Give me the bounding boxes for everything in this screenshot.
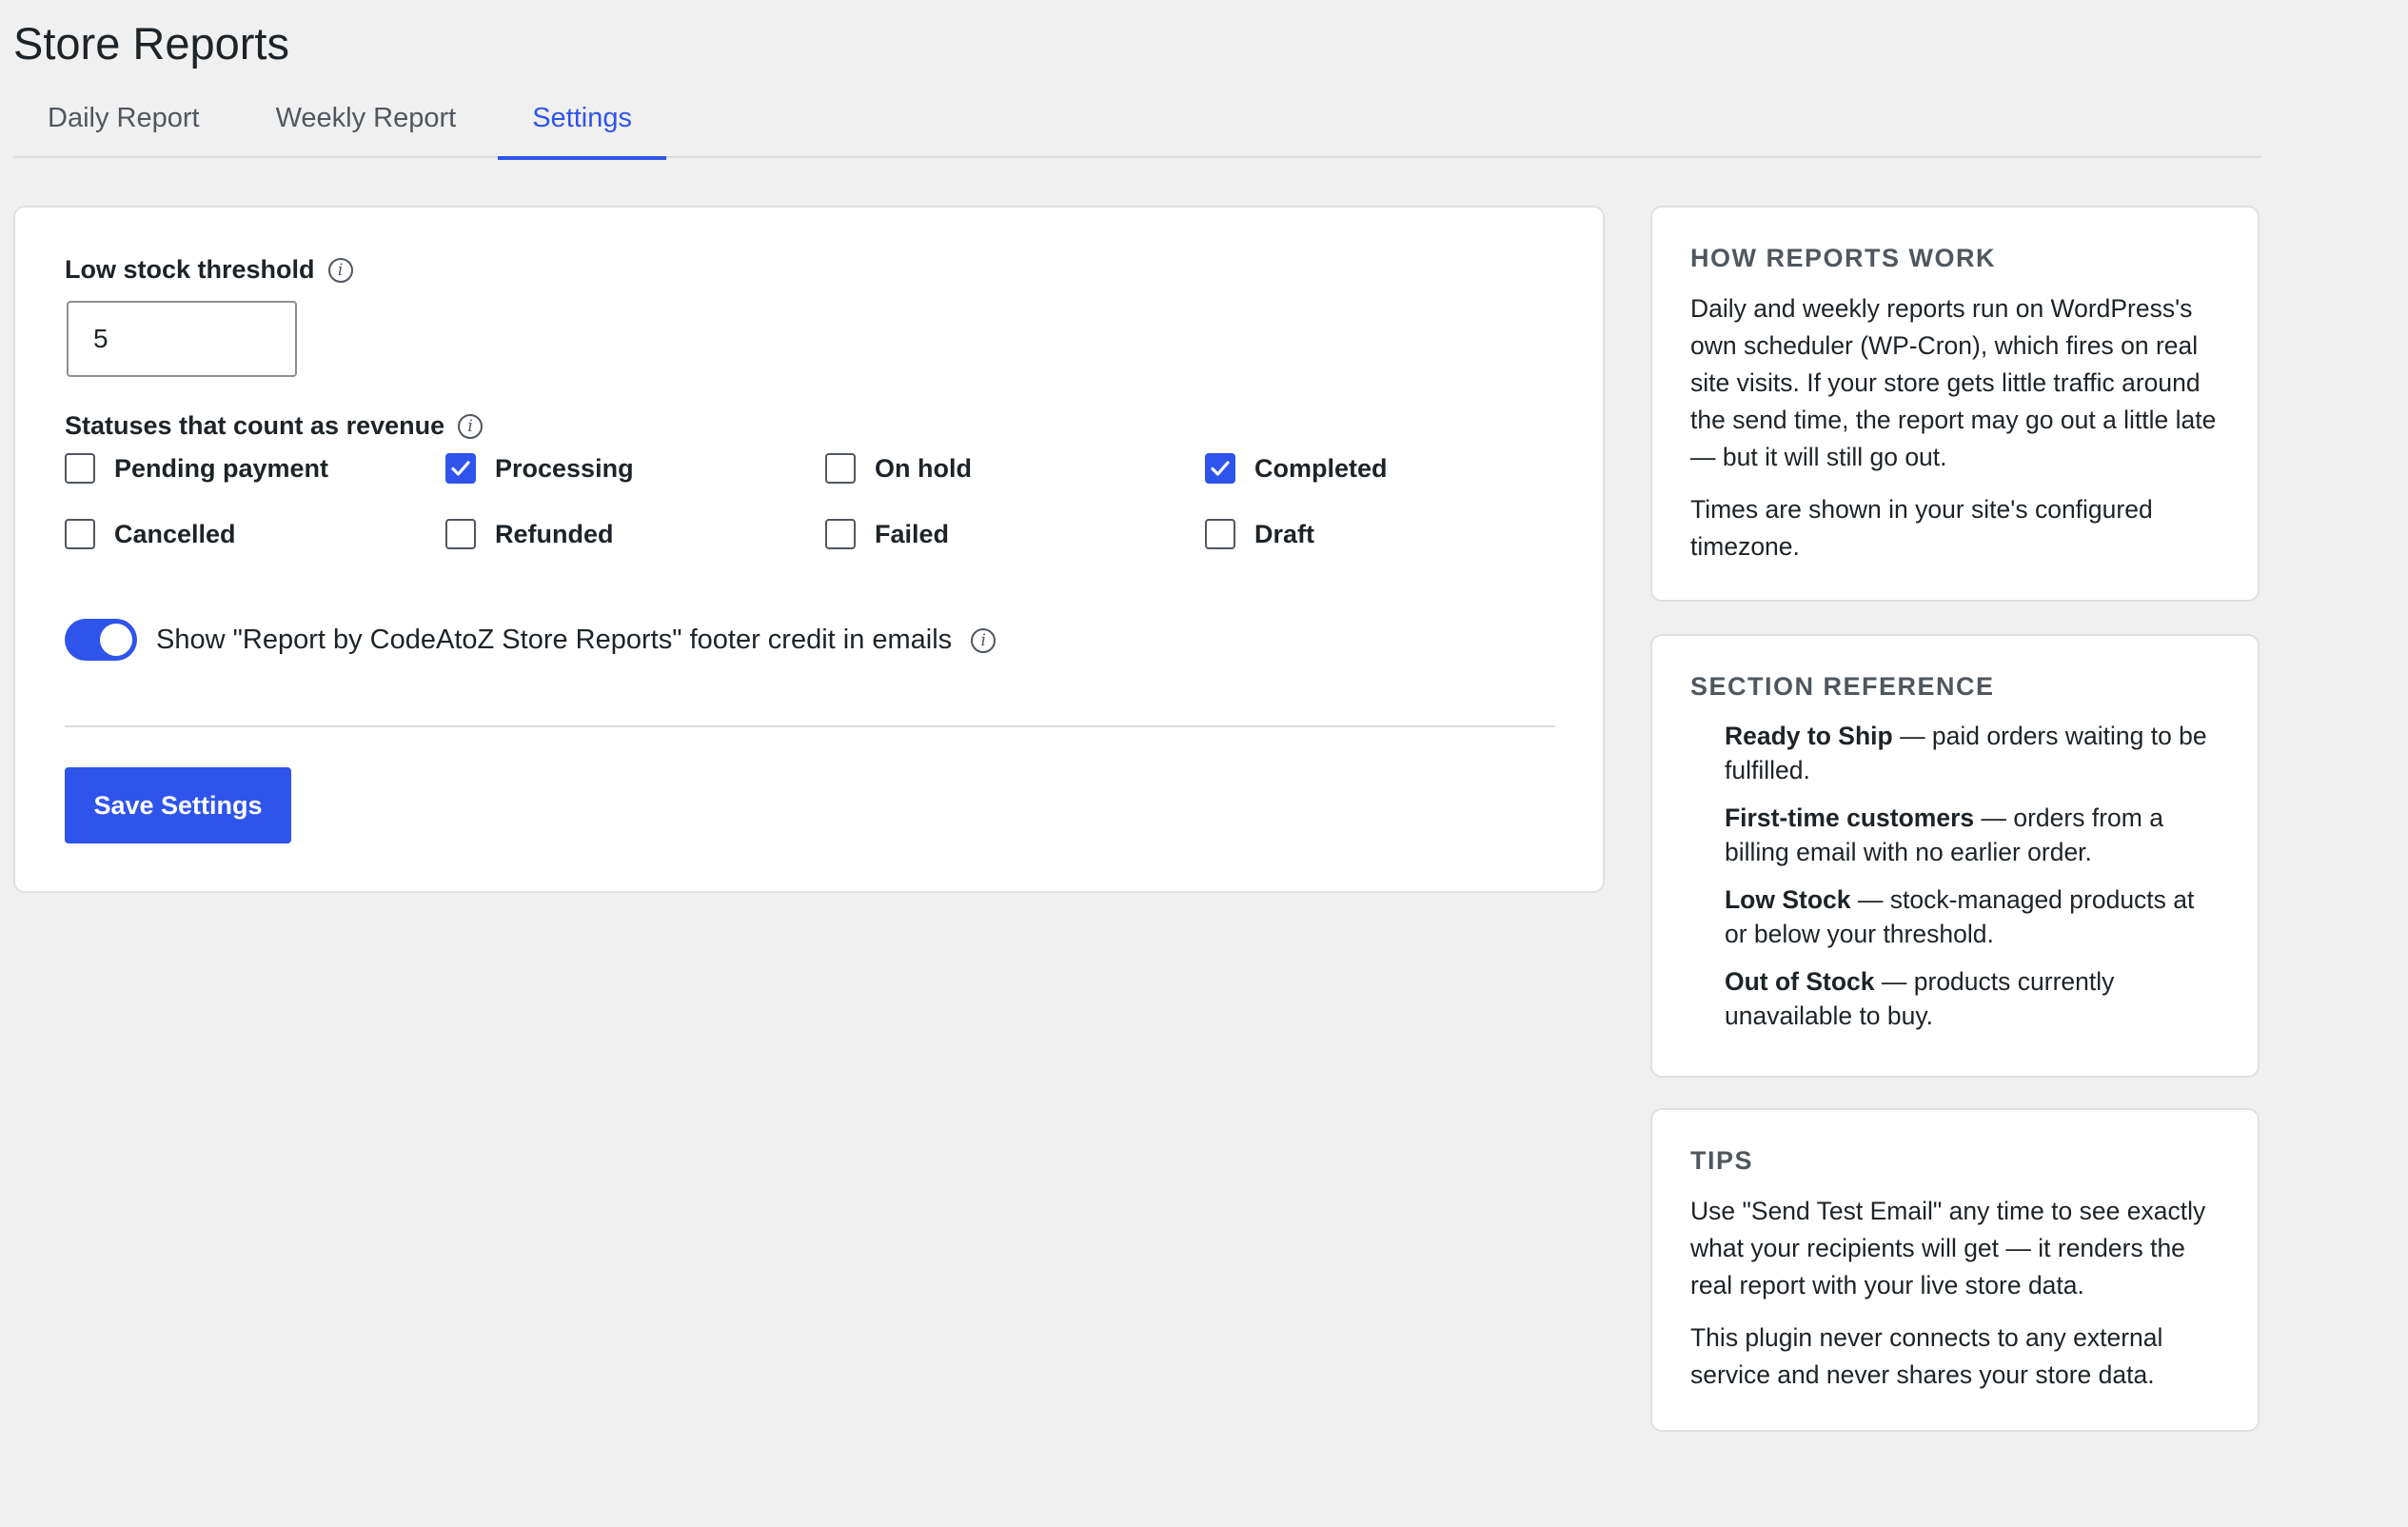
checkbox-unchecked-icon[interactable] <box>65 453 95 484</box>
info-icon[interactable]: i <box>458 413 484 439</box>
tab-bar: Daily Report Weekly Report Settings <box>13 91 2261 160</box>
divider <box>65 725 1555 727</box>
section-reference-title: SECTION REFERENCE <box>1690 672 1995 701</box>
status-checkbox-pending-payment[interactable]: Pending payment <box>65 453 328 484</box>
checkbox-unchecked-icon[interactable] <box>445 519 476 549</box>
reference-term: Low Stock <box>1725 885 1851 914</box>
footer-credit-label: Show "Report by CodeAtoZ Store Reports" … <box>156 625 953 655</box>
footer-credit-toggle[interactable] <box>65 619 137 661</box>
reference-item: Low Stock — stock-managed products at or… <box>1725 882 2220 951</box>
status-checkbox-on-hold[interactable]: On hold <box>825 453 972 484</box>
status-label: Failed <box>875 519 950 548</box>
save-settings-button[interactable]: Save Settings <box>65 767 291 843</box>
tips-text-2: This plugin never connects to any extern… <box>1690 1323 2163 1389</box>
how-reports-work-title: HOW REPORTS WORK <box>1690 244 1996 272</box>
toggle-knob <box>100 624 132 656</box>
how-reports-work-text: Daily and weekly reports run on WordPres… <box>1690 294 2217 471</box>
reference-term: Out of Stock <box>1725 967 1875 996</box>
status-label: Refunded <box>495 519 614 548</box>
status-checkbox-draft[interactable]: Draft <box>1205 519 1314 549</box>
low-stock-threshold-input[interactable] <box>67 301 297 377</box>
status-checkbox-failed[interactable]: Failed <box>825 519 949 549</box>
checkbox-unchecked-icon[interactable] <box>825 519 856 549</box>
statuses-label-row: Statuses that count as revenue i <box>65 411 484 441</box>
reference-term: Ready to Ship <box>1725 722 1893 750</box>
checkbox-checked-icon[interactable] <box>1205 453 1235 484</box>
status-checkbox-refunded[interactable]: Refunded <box>445 519 614 549</box>
settings-card: Low stock threshold i Statuses that coun… <box>13 206 1605 893</box>
reference-term: First-time customers <box>1725 803 1975 832</box>
info-icon[interactable]: i <box>327 257 353 283</box>
low-stock-label: Low stock threshold <box>65 255 315 284</box>
checkbox-unchecked-icon[interactable] <box>1205 519 1235 549</box>
tips-card: TIPS Use "Send Test Email" any time to s… <box>1650 1108 2260 1432</box>
footer-credit-label-row: Show "Report by CodeAtoZ Store Reports" … <box>156 625 997 656</box>
tab-weekly-report[interactable]: Weekly Report <box>234 91 491 158</box>
tab-settings[interactable]: Settings <box>498 91 666 160</box>
status-label: Completed <box>1254 453 1388 483</box>
statuses-label: Statuses that count as revenue <box>65 411 445 440</box>
status-label: Draft <box>1254 519 1315 548</box>
low-stock-label-row: Low stock threshold i <box>65 255 353 285</box>
tips-text-1: Use "Send Test Email" any time to see ex… <box>1690 1197 2206 1299</box>
how-reports-work-card: HOW REPORTS WORK Daily and weekly report… <box>1650 206 2260 602</box>
section-reference-card: SECTION REFERENCE Ready to Ship — paid o… <box>1650 634 2260 1078</box>
status-label: Processing <box>495 453 634 483</box>
checkbox-checked-icon[interactable] <box>445 453 476 484</box>
reference-item: Ready to Ship — paid orders waiting to b… <box>1725 719 2220 787</box>
status-label: On hold <box>875 453 972 483</box>
status-checkbox-processing[interactable]: Processing <box>445 453 634 484</box>
reference-item: Out of Stock — products currently unavai… <box>1725 964 2220 1033</box>
status-label: Pending payment <box>114 453 329 483</box>
tab-daily-report[interactable]: Daily Report <box>13 91 234 158</box>
tips-title: TIPS <box>1690 1146 1754 1175</box>
reference-item: First-time customers — orders from a bil… <box>1725 801 2220 869</box>
info-icon[interactable]: i <box>971 627 997 653</box>
page-title: Store Reports <box>13 18 289 69</box>
status-checkbox-completed[interactable]: Completed <box>1205 453 1388 484</box>
checkbox-unchecked-icon[interactable] <box>825 453 856 484</box>
checkbox-unchecked-icon[interactable] <box>65 519 95 549</box>
status-label: Cancelled <box>114 519 236 548</box>
timezone-note: Times are shown in your site's configure… <box>1690 495 2153 561</box>
status-checkbox-cancelled[interactable]: Cancelled <box>65 519 236 549</box>
